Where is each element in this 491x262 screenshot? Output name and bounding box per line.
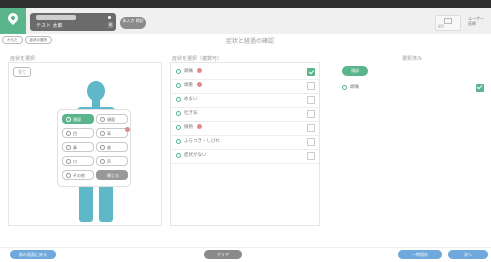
symptom-panel: 頭痛 頭重 めまい 吐き気 微熱 ふらつき・しびれ 症状がない: [170, 62, 320, 226]
selected-panel-title: 選択済み: [402, 56, 423, 62]
page-title: 症状と経過の確認: [225, 38, 274, 45]
symptom-label: 頭痛: [184, 69, 193, 74]
clear-button[interactable]: クリア: [204, 250, 242, 259]
close-icon: [100, 173, 105, 178]
user-role: 医師: [468, 21, 476, 26]
region-label: 閉じる: [107, 173, 119, 178]
symptom-label: めまい: [184, 97, 198, 102]
selected-region-tag[interactable]: 頭部: [342, 66, 368, 76]
region-button-face[interactable]: 顔面: [96, 114, 128, 124]
top-bar: [0, 0, 491, 8]
alert-tag: [197, 68, 202, 73]
symptom-checkbox[interactable]: [307, 96, 315, 104]
radio-icon: [176, 69, 181, 74]
symptom-checkbox[interactable]: [307, 68, 315, 76]
symptom-label: ふらつき・しびれ: [184, 139, 220, 144]
symptom-checkbox[interactable]: [307, 138, 315, 146]
patient-sex: 男: [108, 23, 114, 29]
selected-symptom-row[interactable]: 頭痛: [340, 82, 490, 94]
eye-icon: [66, 131, 71, 136]
back-button[interactable]: 前の画面に戻る: [10, 250, 56, 259]
breadcrumb-item-symptoms[interactable]: 症状の選択: [24, 36, 52, 44]
monitor-icon: [444, 18, 452, 24]
radio-icon: [342, 85, 347, 90]
symptom-row[interactable]: 症状がない: [171, 149, 319, 164]
region-button-mouth[interactable]: 口: [62, 156, 94, 166]
alert-tag: [197, 82, 202, 87]
symptom-row[interactable]: 吐き気: [171, 107, 319, 122]
radio-icon: [176, 111, 181, 116]
symptom-row[interactable]: めまい: [171, 93, 319, 108]
symptom-label: 微熱: [184, 125, 193, 130]
region-label: その他: [73, 173, 85, 178]
region-button-other[interactable]: その他: [62, 170, 94, 180]
nose-icon: [66, 145, 71, 150]
symptom-label: 吐き気: [184, 111, 198, 116]
symptom-label: 症状がない: [184, 153, 207, 158]
radio-icon: [176, 139, 181, 144]
settings-button[interactable]: 設定: [435, 15, 461, 31]
selected-panel: 頭部 頭痛: [330, 62, 490, 224]
face-icon: [100, 117, 105, 122]
region-button-eye[interactable]: 目: [62, 128, 94, 138]
symptom-panel-title: 症状を選択（複数可）: [172, 56, 223, 62]
region-menu-close-button[interactable]: 閉じる: [96, 170, 128, 180]
symptom-row[interactable]: 頭痛: [171, 65, 319, 80]
symptom-checkbox[interactable]: [307, 110, 315, 118]
body-panel-title: 症状を選択: [10, 56, 36, 62]
tooth-icon: [100, 145, 105, 150]
patient-info-box[interactable]: ・・・・・・・・・ テスト 太郎 男: [30, 13, 116, 31]
patient-id: ・・・・・・・・・: [36, 15, 76, 20]
region-label: 目: [73, 131, 77, 136]
dropdown-dot-icon: [108, 16, 111, 19]
user-info: ユーザー 医師: [468, 16, 484, 26]
symptom-row[interactable]: ふらつき・しびれ: [171, 135, 319, 150]
radio-icon: [176, 97, 181, 102]
alert-badge: [125, 127, 130, 132]
symptom-checkbox[interactable]: [307, 152, 315, 160]
status-badge: 未入力 問診: [120, 17, 146, 29]
region-button-tooth[interactable]: 歯: [96, 142, 128, 152]
app-logo: [0, 8, 26, 34]
body-panel: 全て 頭部 顔面 目 耳 鼻 歯 口 声 その他 閉じる: [8, 62, 162, 226]
patient-name: テスト 太郎: [36, 23, 63, 29]
radio-icon: [176, 83, 181, 88]
selected-checkbox[interactable]: [476, 84, 484, 92]
region-label: 頭部: [73, 117, 81, 122]
other-icon: [66, 173, 71, 178]
radio-icon: [176, 125, 181, 130]
region-label: 歯: [107, 145, 111, 150]
all-button[interactable]: 全て: [13, 67, 31, 77]
selected-symptom-label: 頭痛: [350, 85, 359, 90]
region-button-ear[interactable]: 耳: [96, 127, 130, 138]
figure-head[interactable]: [87, 81, 105, 101]
region-label: 口: [73, 159, 77, 164]
alert-tag: [197, 124, 202, 129]
map-pin-icon: [5, 10, 21, 26]
region-button-nose[interactable]: 鼻: [62, 142, 94, 152]
symptom-checkbox[interactable]: [307, 124, 315, 132]
breadcrumb: からだ 症状の選択: [2, 36, 52, 44]
symptom-checkbox[interactable]: [307, 82, 315, 90]
region-label: 耳: [107, 131, 111, 136]
region-label: 鼻: [73, 145, 77, 150]
next-button[interactable]: 次へ: [448, 250, 488, 259]
region-button-head[interactable]: 頭部: [62, 114, 94, 124]
region-label: 声: [107, 159, 111, 164]
region-button-voice[interactable]: 声: [96, 156, 128, 166]
ear-icon: [100, 131, 105, 136]
mouth-icon: [66, 159, 71, 164]
symptom-label: 頭重: [184, 83, 193, 88]
save-button[interactable]: 一時保存: [398, 250, 442, 259]
breadcrumb-item-body[interactable]: からだ: [2, 36, 23, 44]
radio-icon: [176, 153, 181, 158]
region-label: 顔面: [107, 117, 115, 122]
symptom-row[interactable]: 頭重: [171, 79, 319, 94]
voice-icon: [100, 159, 105, 164]
settings-label: 設定: [438, 24, 445, 28]
head-icon: [66, 117, 71, 122]
region-menu: 頭部 顔面 目 耳 鼻 歯 口 声 その他 閉じる: [57, 109, 131, 187]
symptom-row[interactable]: 微熱: [171, 121, 319, 136]
